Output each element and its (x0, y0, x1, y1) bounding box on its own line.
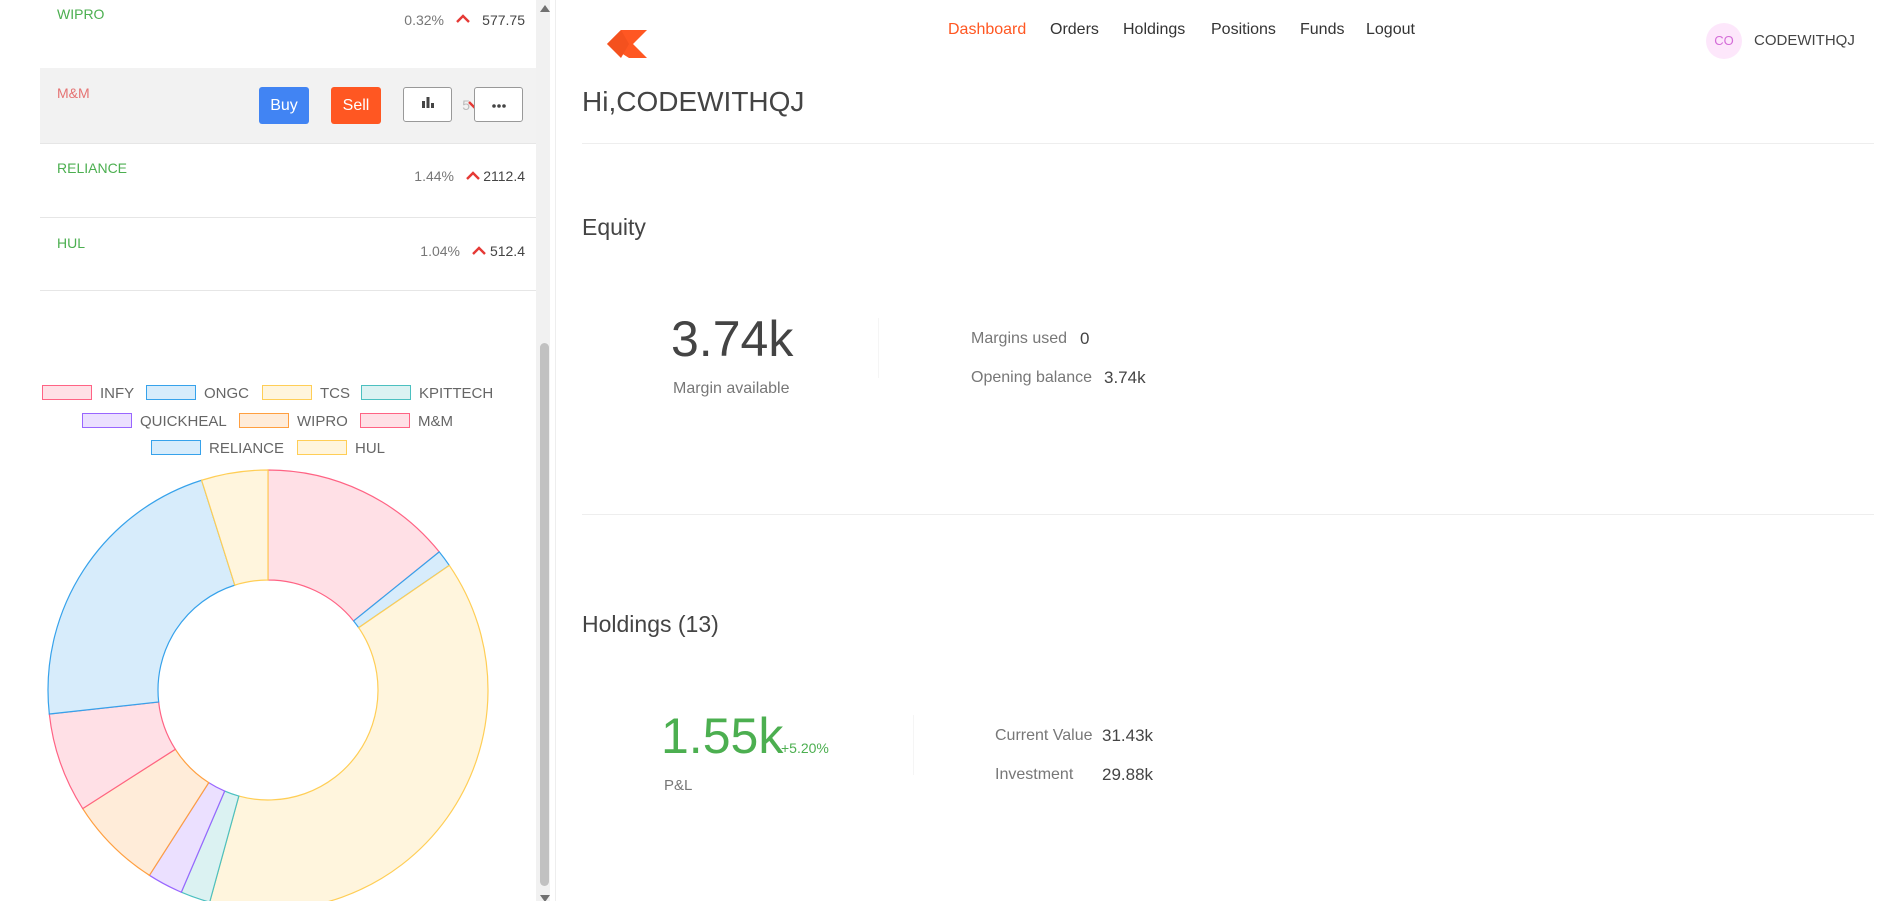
last-price: 512.4 (489, 243, 525, 259)
legend-label: KPITTECH (419, 385, 494, 402)
legend-item-reliance[interactable]: RELIANCE (151, 440, 284, 458)
brand-logo-icon[interactable] (607, 30, 647, 58)
equity-title: Equity (582, 214, 646, 240)
nav-logout[interactable]: Logout (1366, 21, 1415, 39)
username[interactable]: CODEWITHQJ (1754, 32, 1855, 49)
legend-label: M&M (418, 413, 453, 430)
scrollbar-thumb[interactable] (540, 343, 549, 886)
margins-used-value: 0 (1080, 329, 1090, 348)
legend-label: WIPRO (297, 413, 348, 430)
instrument-name: RELIANCE (57, 160, 128, 176)
analytics-button[interactable] (403, 87, 452, 122)
legend-label: ONGC (204, 385, 249, 402)
legend-item-kpittech[interactable]: KPITTECH (361, 385, 493, 403)
arrow-up-icon (472, 246, 486, 255)
panel-divider (555, 0, 556, 901)
legend-label: TCS (320, 385, 350, 402)
legend-swatch (297, 440, 347, 455)
watchlist-panel: WIPRO 0.32% 577.75 M&M Buy Sell 5 RELIAN… (0, 0, 556, 901)
legend-swatch (82, 413, 132, 428)
legend-item-infy[interactable]: INFY (42, 385, 134, 403)
current-value: 31.43k (1102, 726, 1154, 745)
arrow-up-icon (466, 171, 480, 180)
last-price: 577.75 (482, 12, 525, 28)
change-percent: 0.32% (404, 12, 444, 28)
divider (582, 143, 1874, 144)
instrument-name: M&M (57, 85, 90, 101)
legend-swatch (146, 385, 196, 400)
change-percent: 1.44% (414, 168, 454, 184)
more-options-button[interactable] (474, 87, 523, 122)
vertical-divider (878, 318, 879, 378)
margins-used-label: Margins used (971, 330, 1068, 347)
nav-orders[interactable]: Orders (1050, 21, 1099, 39)
legend-label: RELIANCE (209, 440, 285, 457)
legend-swatch (361, 385, 411, 400)
legend-item-ongc[interactable]: ONGC (146, 385, 249, 403)
legend-item-quickheal[interactable]: QUICKHEAL (82, 413, 227, 431)
instrument-name: HUL (57, 235, 86, 251)
pnl-label: P&L (664, 777, 693, 794)
watchlist-row-reliance[interactable]: RELIANCE 1.44% 2112.4 (40, 143, 536, 218)
watchlist-row-mm[interactable]: M&M Buy Sell 5 (40, 68, 536, 144)
vertical-divider (913, 715, 914, 775)
watchlist-row-wipro[interactable]: WIPRO 0.32% 577.75 (40, 0, 536, 69)
bar-chart-icon (421, 97, 434, 108)
scroll-down-icon[interactable] (540, 895, 550, 901)
opening-balance-value: 3.74k (1104, 368, 1146, 387)
arrow-up-icon (456, 14, 470, 23)
buy-button[interactable]: Buy (259, 87, 309, 124)
legend-swatch (42, 385, 92, 400)
divider (582, 514, 1874, 515)
legend-swatch (360, 413, 410, 428)
nav-dashboard[interactable]: Dashboard (948, 21, 1026, 39)
legend-swatch (262, 385, 312, 400)
legend-swatch (239, 413, 289, 428)
greeting-heading: Hi,CODEWITHQJ (582, 86, 805, 117)
investment-value: 29.88k (1102, 765, 1154, 784)
instrument-name: WIPRO (57, 6, 105, 22)
opening-balance-label: Opening balance (971, 369, 1092, 386)
avatar[interactable]: CO (1706, 23, 1742, 59)
change-percent: 1.04% (420, 243, 460, 259)
investment-label: Investment (995, 766, 1074, 783)
legend-label: QUICKHEAL (140, 413, 227, 430)
more-horizontal-icon (491, 103, 506, 108)
watchlist-row-hul[interactable]: HUL 1.04% 512.4 (40, 217, 536, 291)
sell-button[interactable]: Sell (331, 87, 381, 124)
scroll-up-icon[interactable] (540, 5, 550, 12)
nav-funds[interactable]: Funds (1300, 21, 1344, 39)
nav-holdings[interactable]: Holdings (1123, 21, 1185, 39)
pnl-value: 1.55k (661, 708, 784, 764)
pnl-percent: +5.20% (781, 740, 829, 756)
legend-label: HUL (355, 440, 386, 457)
holdings-title: Holdings (13) (582, 611, 719, 637)
nav-positions[interactable]: Positions (1211, 21, 1276, 39)
legend-item-mm[interactable]: M&M (360, 413, 453, 431)
holdings-donut-chart (47, 469, 489, 901)
legend-label: INFY (100, 385, 135, 402)
margin-available-value: 3.74k (671, 311, 794, 367)
margin-available-label: Margin available (673, 380, 790, 397)
legend-swatch (151, 440, 201, 455)
legend-item-tcs[interactable]: TCS (262, 385, 350, 403)
current-value-label: Current Value (995, 727, 1093, 744)
legend-item-hul[interactable]: HUL (297, 440, 385, 458)
donut-slice-reliance[interactable] (47, 479, 236, 715)
legend-item-wipro[interactable]: WIPRO (239, 413, 348, 431)
last-price: 2112.4 (483, 168, 525, 184)
